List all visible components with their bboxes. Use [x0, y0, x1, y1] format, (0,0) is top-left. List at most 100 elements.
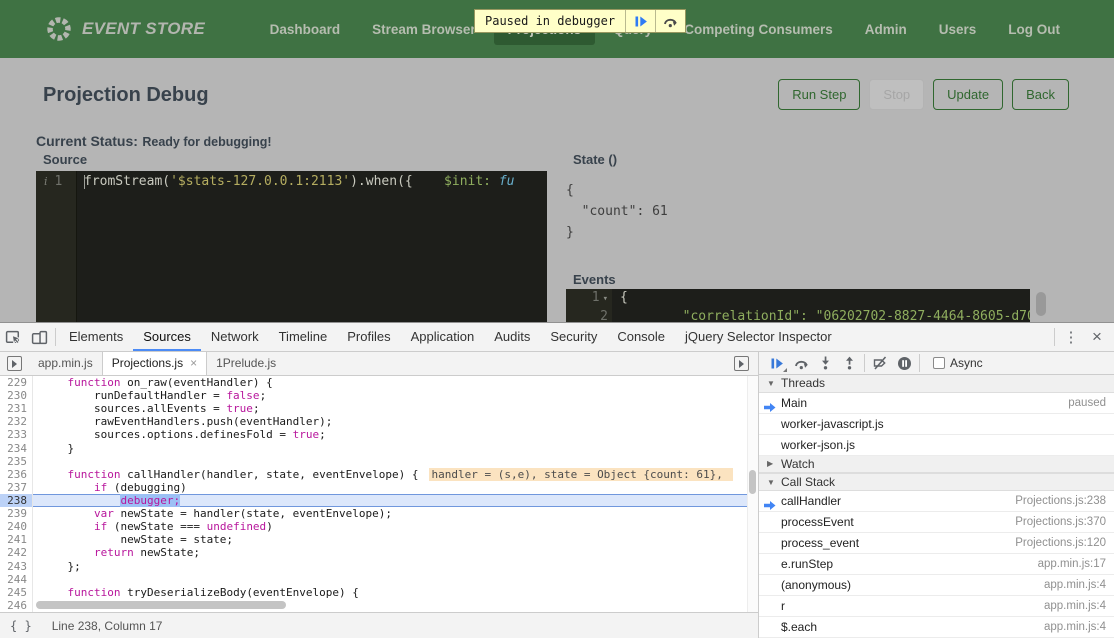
stack-frame-anonymous[interactable]: (anonymous)app.min.js:4 — [759, 575, 1114, 596]
thread-worker-json-js[interactable]: worker-json.js — [759, 435, 1114, 456]
line-number-244[interactable]: 244 — [0, 573, 33, 586]
run-step-button[interactable]: Run Step — [778, 79, 860, 110]
nav-item-log-out[interactable]: Log Out — [994, 14, 1074, 45]
line-number-236[interactable]: 236 — [0, 468, 33, 481]
vertical-scrollbar-thumb[interactable] — [749, 470, 756, 494]
pause-on-exceptions-button[interactable] — [892, 352, 916, 374]
nav-item-users[interactable]: Users — [925, 14, 991, 45]
thread-main[interactable]: Mainpaused — [759, 393, 1114, 414]
eventstore-brand[interactable]: EVENT STORE — [45, 0, 205, 58]
horizontal-scrollbar-thumb[interactable] — [36, 601, 286, 609]
events-scrollbar-thumb[interactable] — [1036, 292, 1046, 316]
stack-frame-e-runstep[interactable]: e.runStepapp.min.js:17 — [759, 554, 1114, 575]
line-number-246[interactable]: 246 — [0, 599, 33, 612]
code-line-245: 245 function tryDeserializeBody(eventEnv… — [0, 586, 758, 599]
nav-item-dashboard[interactable]: Dashboard — [256, 14, 355, 45]
resume-button[interactable] — [765, 352, 789, 374]
thread-status-badge: paused — [1068, 397, 1106, 409]
frame-location: Projections.js:238 — [1015, 495, 1106, 507]
tab-console[interactable]: Console — [607, 323, 675, 351]
stack-frame-each[interactable]: $.eachapp.min.js:4 — [759, 617, 1114, 638]
vertical-scrollbar[interactable] — [747, 376, 758, 612]
thread-worker-javascript-js[interactable]: worker-javascript.js — [759, 414, 1114, 435]
line-number-240[interactable]: 240 — [0, 520, 33, 533]
update-button[interactable]: Update — [933, 79, 1003, 110]
code-line-240: 240 if (newState === undefined) — [0, 520, 758, 533]
nav-item-stream-browser[interactable]: Stream Browser — [358, 14, 490, 45]
tab-security[interactable]: Security — [540, 323, 607, 351]
pretty-print-button[interactable]: { } — [0, 619, 42, 633]
current-status-value: Ready for debugging! — [142, 135, 271, 149]
line-number-239[interactable]: 239 — [0, 507, 33, 520]
frame-location: app.min.js:4 — [1044, 621, 1106, 633]
stop-button[interactable]: Stop — [869, 79, 924, 110]
line-number-242[interactable]: 242 — [0, 546, 33, 559]
tab-audits[interactable]: Audits — [484, 323, 540, 351]
close-tab-icon[interactable]: × — [190, 356, 197, 370]
tab-application[interactable]: Application — [401, 323, 485, 351]
code-line-233: 233 sources.options.definesFold = true; — [0, 428, 758, 441]
source-code-line: fromStream('$stats-127.0.0.1:2113').when… — [76, 171, 515, 322]
nav-item-admin[interactable]: Admin — [851, 14, 921, 45]
line-number-230[interactable]: 230 — [0, 389, 33, 402]
chevron-down-icon: ▼ — [767, 478, 775, 487]
tab-jquery-selector-inspector[interactable]: jQuery Selector Inspector — [675, 323, 842, 351]
editor-panel-toggle-icon[interactable] — [734, 356, 749, 371]
step-over-button[interactable] — [655, 10, 685, 32]
line-number-231[interactable]: 231 — [0, 402, 33, 415]
step-over-icon — [663, 15, 678, 28]
chevron-right-icon: ▶ — [767, 459, 775, 468]
deactivate-breakpoints-button[interactable] — [868, 352, 892, 374]
line-number-241[interactable]: 241 — [0, 533, 33, 546]
events-editor[interactable]: 1▾{2 "correlationId": "06202702-8827-446… — [566, 289, 1030, 322]
close-devtools-icon[interactable]: × — [1084, 324, 1110, 350]
navigator-toggle-icon[interactable] — [7, 356, 22, 371]
code-editor[interactable]: 229 function on_raw(eventHandler) {230 r… — [0, 376, 758, 612]
step-over-button[interactable] — [789, 352, 813, 374]
inspect-element-button[interactable] — [0, 324, 26, 350]
line-number-238[interactable]: 238 — [0, 494, 33, 507]
fold-marker-icon[interactable]: ▾ — [603, 294, 608, 304]
code-line-243: 243 }; — [0, 560, 758, 573]
watch-section-header[interactable]: ▶ Watch — [759, 456, 1114, 474]
stack-frame-callhandler[interactable]: callHandlerProjections.js:238 — [759, 491, 1114, 512]
step-out-button[interactable] — [837, 352, 861, 374]
file-tab-projections-js[interactable]: Projections.js× — [102, 352, 207, 375]
resume-script-button[interactable] — [625, 10, 655, 32]
frame-location: Projections.js:370 — [1015, 516, 1106, 528]
stack-frame-r[interactable]: rapp.min.js:4 — [759, 596, 1114, 617]
tab-sources[interactable]: Sources — [133, 323, 201, 351]
source-code-editor[interactable]: i1 fromStream('$stats-127.0.0.1:2113').w… — [36, 171, 547, 322]
tab-elements[interactable]: Elements — [59, 323, 133, 351]
nav-item-competing-consumers[interactable]: Competing Consumers — [670, 14, 847, 45]
back-button[interactable]: Back — [1012, 79, 1069, 110]
call-stack-section-header[interactable]: ▼ Call Stack — [759, 473, 1114, 491]
line-number-237[interactable]: 237 — [0, 481, 33, 494]
frame-location: app.min.js:4 — [1044, 600, 1106, 612]
eventstore-logo-icon — [45, 15, 73, 43]
device-toolbar-button[interactable] — [26, 324, 52, 350]
code-line-239: 239 var newState = handler(state, eventE… — [0, 507, 758, 520]
current-position-arrow-icon — [764, 403, 776, 412]
file-tab-1prelude-js[interactable]: 1Prelude.js — [207, 352, 285, 375]
stack-frame-processevent[interactable]: processEventProjections.js:370 — [759, 512, 1114, 533]
line-number-243[interactable]: 243 — [0, 560, 33, 573]
line-number-245[interactable]: 245 — [0, 586, 33, 599]
gutter-info-marker: i — [44, 175, 48, 188]
tab-network[interactable]: Network — [201, 323, 269, 351]
line-number-229[interactable]: 229 — [0, 376, 33, 389]
threads-section-header[interactable]: ▼ Threads — [759, 375, 1114, 393]
async-checkbox[interactable] — [933, 357, 945, 369]
step-into-button[interactable] — [813, 352, 837, 374]
tab-profiles[interactable]: Profiles — [337, 323, 400, 351]
tab-timeline[interactable]: Timeline — [269, 323, 338, 351]
stack-frame-process-event[interactable]: process_eventProjections.js:120 — [759, 533, 1114, 554]
line-number-232[interactable]: 232 — [0, 415, 33, 428]
more-options-icon[interactable]: ⋮ — [1058, 324, 1084, 350]
line-number-235[interactable]: 235 — [0, 455, 33, 468]
async-checkbox-wrap[interactable]: Async — [933, 356, 983, 370]
line-number-233[interactable]: 233 — [0, 428, 33, 441]
file-tab-app-min-js[interactable]: app.min.js — [29, 352, 102, 375]
chevron-down-icon: ▼ — [767, 379, 775, 388]
line-number-234[interactable]: 234 — [0, 442, 33, 455]
